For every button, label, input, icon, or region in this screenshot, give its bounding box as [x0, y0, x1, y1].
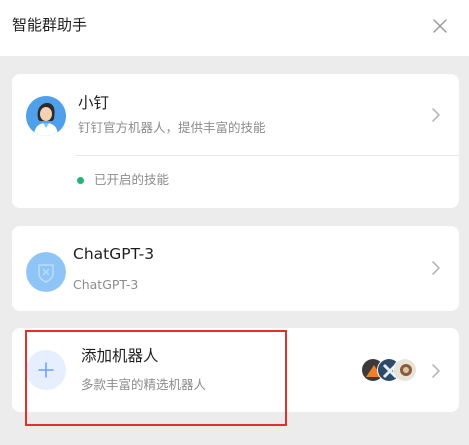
chevron-right-icon[interactable] — [431, 107, 441, 123]
xiaoding-avatar — [26, 96, 66, 136]
chatgpt-avatar — [26, 252, 66, 292]
chatgpt-name: ChatGPT-3 — [73, 245, 155, 263]
status-dot-icon — [77, 177, 84, 184]
robot-avatar-group — [361, 358, 417, 384]
robot-avatar — [393, 358, 417, 382]
robot-card-xiaoding[interactable]: 小钉 钉钉官方机器人，提供丰富的技能 已开启的技能 — [12, 74, 459, 208]
chevron-right-icon[interactable] — [431, 260, 441, 276]
enabled-skills-link[interactable]: 已开启的技能 — [94, 171, 169, 189]
xiaoding-name: 小钉 — [78, 94, 110, 112]
chatgpt-description: ChatGPT-3 — [73, 277, 139, 292]
dialog-title: 智能群助手 — [12, 16, 88, 34]
highlight-box — [25, 330, 287, 426]
close-icon[interactable] — [430, 16, 450, 36]
divider — [76, 155, 459, 156]
xiaoding-description: 钉钉官方机器人，提供丰富的技能 — [78, 120, 266, 135]
dialog-header: 智能群助手 — [0, 0, 469, 56]
robot-card-chatgpt[interactable]: ChatGPT-3 ChatGPT-3 — [12, 226, 459, 311]
chevron-right-icon[interactable] — [431, 363, 441, 379]
